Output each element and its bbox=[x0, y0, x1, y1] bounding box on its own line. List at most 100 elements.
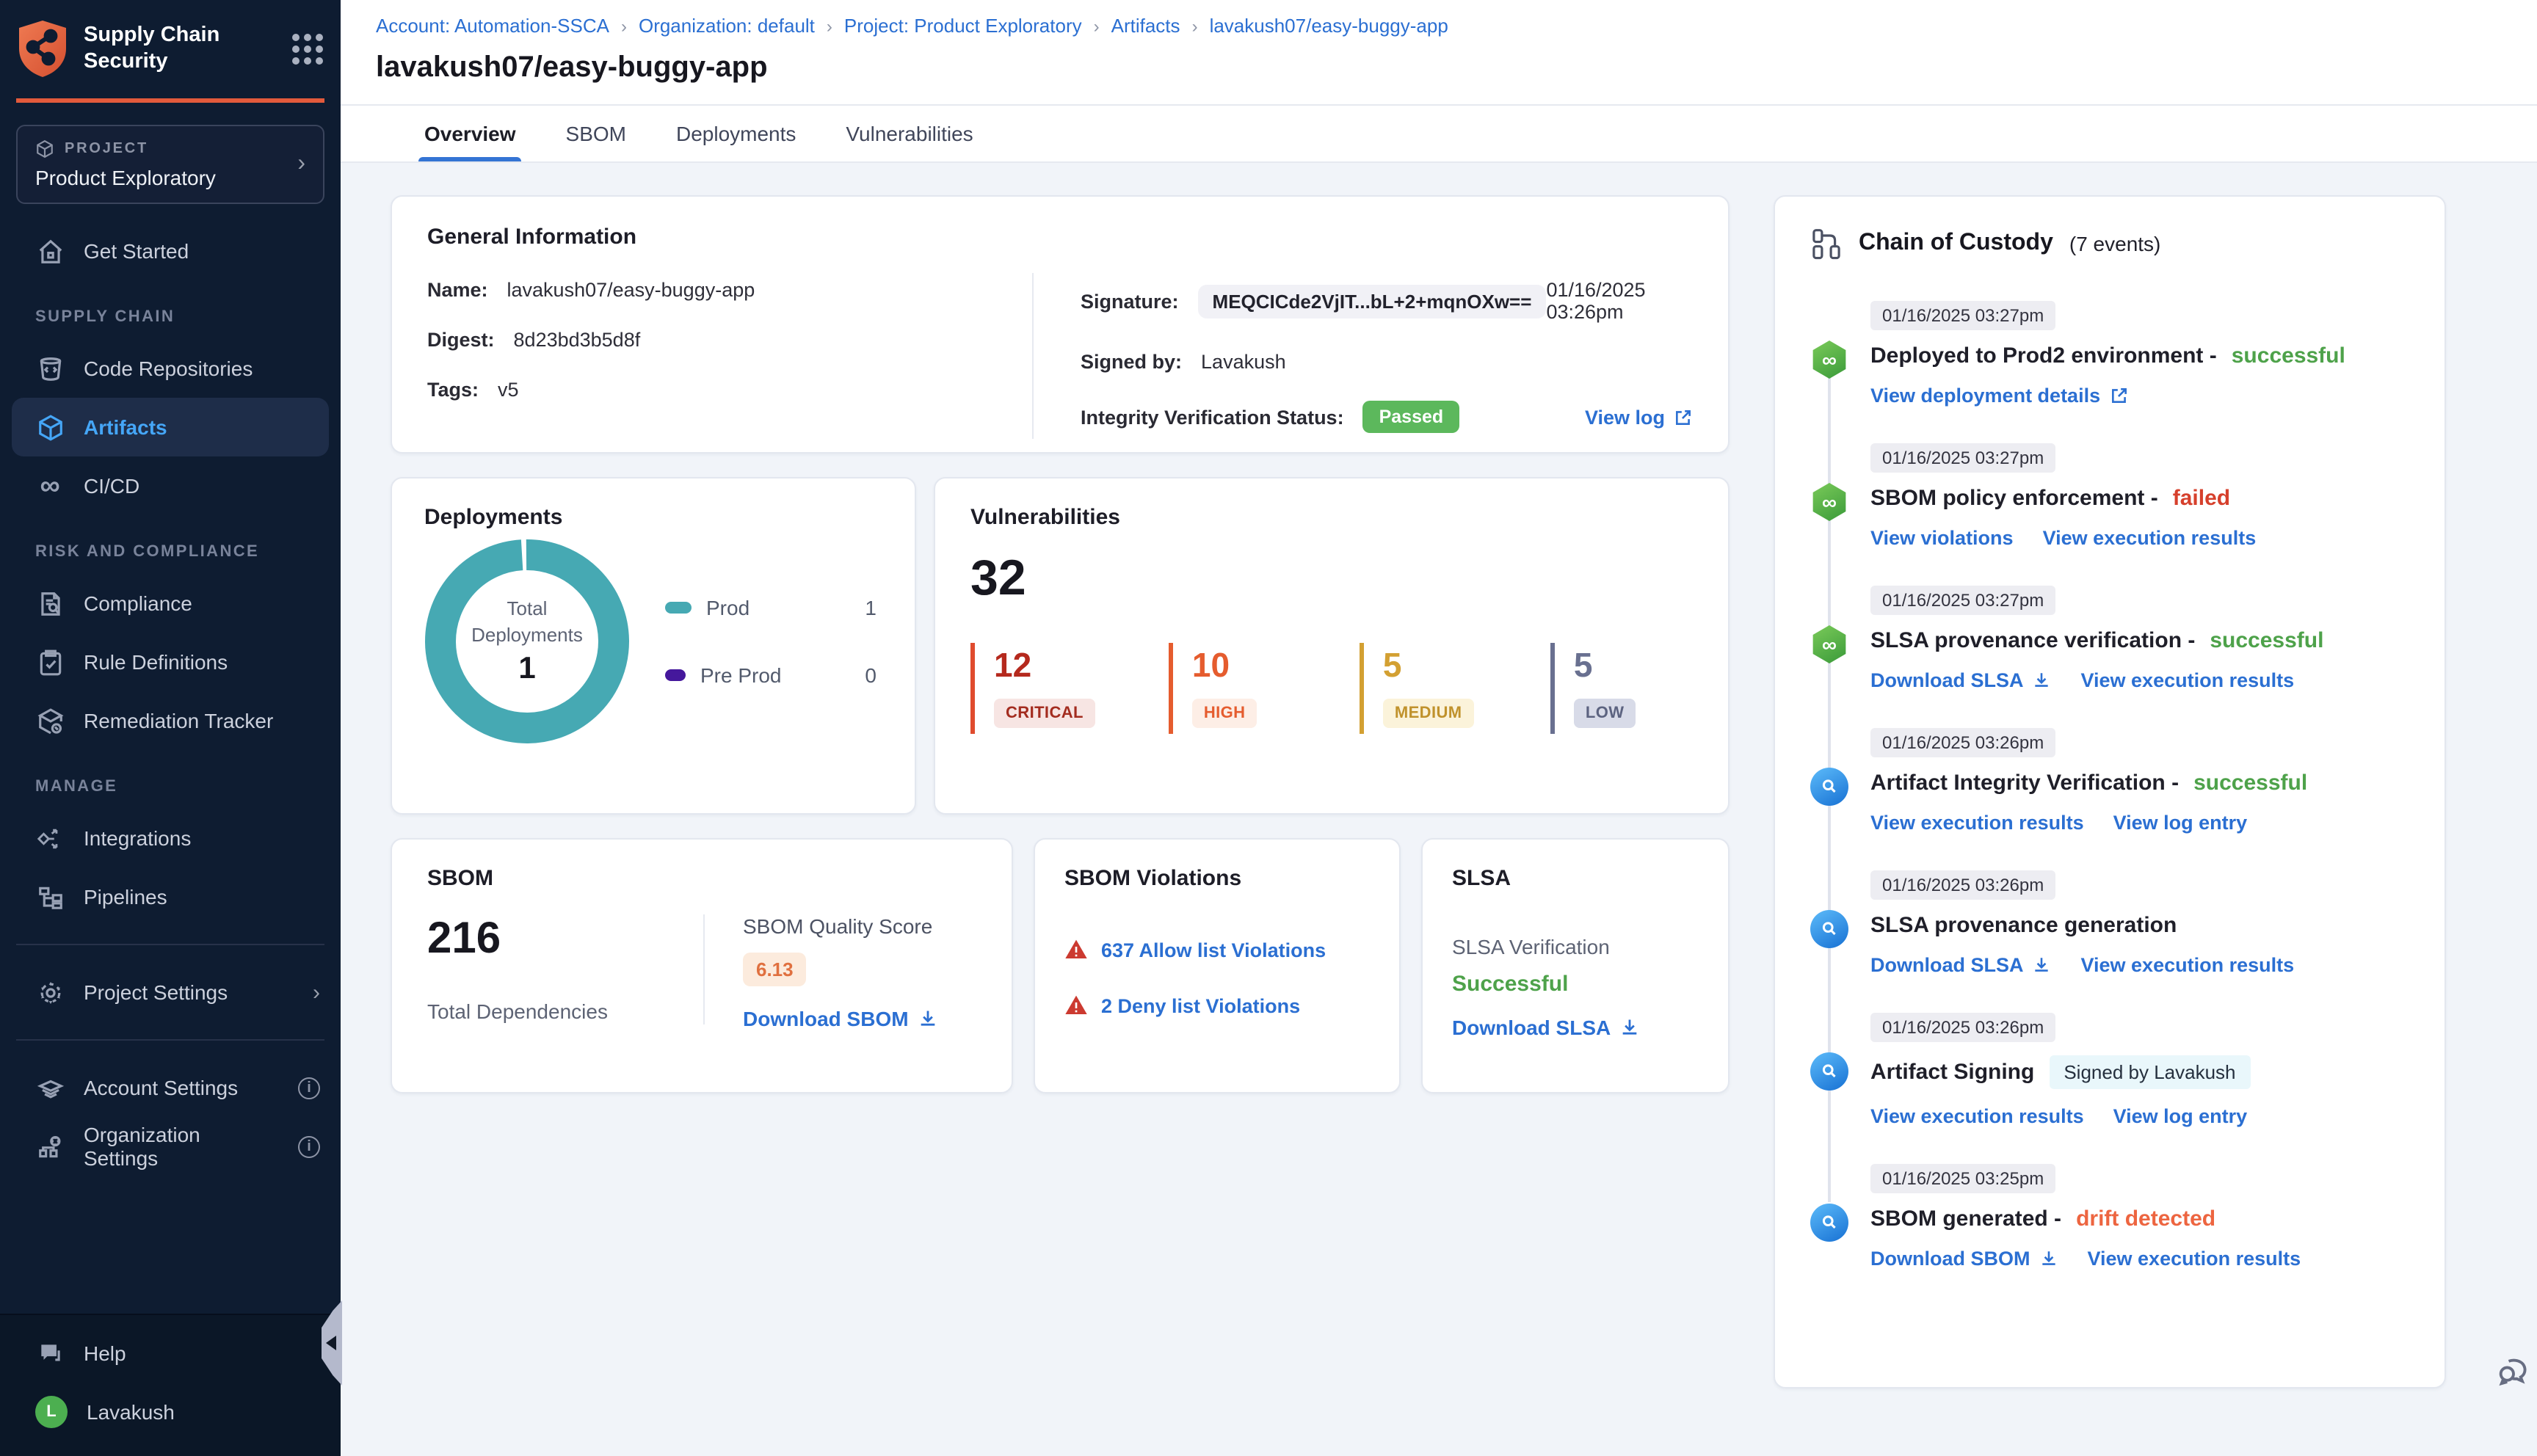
view-execution-results-link[interactable]: View execution results bbox=[2088, 1248, 2301, 1270]
brand: Supply Chain Security bbox=[0, 0, 341, 92]
custody-event-deploy: 01/16/2025 03:27pm Deployed to Prod2 env… bbox=[1810, 301, 2409, 443]
sidebar-item-integrations[interactable]: Integrations bbox=[0, 809, 341, 867]
breadcrumb-project[interactable]: Project: Product Exploratory bbox=[844, 15, 1082, 37]
view-execution-results-link[interactable]: View execution results bbox=[1870, 1105, 2084, 1127]
download-icon bbox=[1622, 1019, 1637, 1035]
view-log-link[interactable]: View log bbox=[1585, 406, 1693, 428]
breadcrumb: Account: Automation-SSCA › Organization:… bbox=[376, 15, 1448, 37]
download-icon bbox=[2035, 958, 2049, 972]
download-icon bbox=[921, 1011, 934, 1026]
sidebar-item-account-settings[interactable]: Account Settings i bbox=[0, 1058, 341, 1117]
tab-sbom[interactable]: SBOM bbox=[566, 106, 626, 161]
severity-low: 5 LOW bbox=[1550, 643, 1668, 734]
name-label: Name: bbox=[427, 279, 488, 301]
page-header: Account: Automation-SSCA › Organization:… bbox=[341, 0, 2537, 104]
pipeline-hexagon-icon bbox=[1812, 483, 1846, 521]
prod-swatch bbox=[665, 602, 692, 614]
breadcrumb-artifacts[interactable]: Artifacts bbox=[1111, 15, 1180, 37]
user-menu[interactable]: L Lavakush bbox=[0, 1383, 341, 1441]
pipelines-icon bbox=[35, 882, 65, 911]
sidebar-item-compliance[interactable]: Compliance bbox=[0, 574, 341, 633]
apps-grid-icon[interactable] bbox=[292, 33, 323, 64]
signed-by-badge: Signed by Lavakush bbox=[2049, 1055, 2251, 1089]
sidebar-item-project-settings[interactable]: Project Settings bbox=[0, 963, 341, 1022]
deployments-title: Deployments bbox=[424, 505, 563, 530]
view-log-entry-link[interactable]: View log entry bbox=[2113, 812, 2248, 834]
repository-icon bbox=[35, 354, 65, 383]
artifact-name: lavakush07/easy-buggy-app bbox=[507, 279, 755, 301]
sidebar-item-organization-settings[interactable]: Organization Settings i bbox=[0, 1117, 341, 1176]
deployments-donut-chart: Total Deployments 1 bbox=[424, 539, 630, 744]
digest-label: Digest: bbox=[427, 329, 495, 351]
custody-event-slsa-verification: 01/16/2025 03:27pm SLSA provenance verif… bbox=[1810, 586, 2409, 728]
custody-timeline: 01/16/2025 03:27pm Deployed to Prod2 env… bbox=[1810, 301, 2409, 1270]
download-slsa-link[interactable]: Download SLSA bbox=[1870, 669, 2052, 691]
slsa-verification-status: Successful bbox=[1452, 972, 1569, 997]
sidebar-item-get-started[interactable]: Get Started bbox=[0, 222, 341, 280]
main-area: Account: Automation-SSCA › Organization:… bbox=[341, 0, 2537, 1456]
download-slsa-link[interactable]: Download SLSA bbox=[1452, 1016, 1640, 1039]
severity-critical: 12 CRITICAL bbox=[970, 643, 1095, 734]
download-icon bbox=[2035, 673, 2049, 687]
compliance-doc-icon bbox=[35, 589, 65, 618]
info-icon[interactable]: i bbox=[298, 1077, 320, 1099]
view-log-entry-link[interactable]: View log entry bbox=[2113, 1105, 2248, 1127]
tab-deployments[interactable]: Deployments bbox=[676, 106, 796, 161]
general-information-title: General Information bbox=[427, 225, 637, 250]
breadcrumb-organization[interactable]: Organization: default bbox=[639, 15, 815, 37]
sbom-quality-score-label: SBOM Quality Score bbox=[743, 914, 933, 938]
breadcrumb-current[interactable]: lavakush07/easy-buggy-app bbox=[1210, 15, 1448, 37]
artifacts-box-icon bbox=[35, 412, 65, 442]
page-title: lavakush07/easy-buggy-app bbox=[376, 51, 768, 84]
tab-vulnerabilities[interactable]: Vulnerabilities bbox=[846, 106, 973, 161]
sidebar-item-pipelines[interactable]: Pipelines bbox=[0, 867, 341, 926]
chevron-right-icon bbox=[313, 980, 320, 1005]
sidebar-item-remediation-tracker[interactable]: Remediation Tracker bbox=[0, 691, 341, 750]
sidebar-nav: Get Started SUPPLY CHAIN Code Repositori… bbox=[0, 210, 341, 1314]
signed-by-value: Lavakush bbox=[1201, 351, 1286, 373]
section-risk-compliance: RISK AND COMPLIANCE bbox=[35, 543, 260, 561]
layers-gear-icon bbox=[35, 1073, 65, 1102]
artifact-tags: v5 bbox=[498, 379, 519, 401]
sidebar-item-cicd[interactable]: CI/CD bbox=[0, 456, 341, 515]
legend-pre-prod: Pre Prod 0 bbox=[665, 663, 876, 687]
project-selector[interactable]: PROJECT Product Exploratory bbox=[16, 125, 324, 204]
sbom-total-dependencies: 216 bbox=[427, 914, 501, 963]
download-slsa-link[interactable]: Download SLSA bbox=[1870, 954, 2052, 976]
external-link-icon bbox=[2111, 388, 2127, 403]
svg-text:?: ? bbox=[46, 1344, 52, 1356]
content: General Information Name: lavakush07/easy… bbox=[341, 163, 2537, 1456]
view-violations-link[interactable]: View violations bbox=[1870, 527, 2014, 549]
download-sbom-link[interactable]: Download SBOM bbox=[743, 1007, 938, 1030]
chat-bubbles-icon[interactable] bbox=[2494, 1353, 2533, 1399]
sidebar-item-code-repositories[interactable]: Code Repositories bbox=[0, 339, 341, 398]
sbom-total-label: Total Dependencies bbox=[427, 1000, 608, 1023]
sidebar-divider bbox=[16, 944, 324, 945]
sbom-violations-card: SBOM Violations 637 Allow list Violation… bbox=[1034, 838, 1401, 1093]
view-execution-results-link[interactable]: View execution results bbox=[2081, 669, 2295, 691]
sidebar-item-rule-definitions[interactable]: Rule Definitions bbox=[0, 633, 341, 691]
sidebar-divider bbox=[16, 1039, 324, 1041]
shield-logo-icon bbox=[19, 21, 66, 77]
tab-overview[interactable]: Overview bbox=[418, 106, 523, 161]
chain-events-count: (7 events) bbox=[2069, 232, 2161, 255]
deny-list-violations-link[interactable]: 2 Deny list Violations bbox=[1101, 994, 1300, 1016]
external-link-icon bbox=[1676, 410, 1691, 424]
pipeline-hexagon-icon bbox=[1812, 625, 1846, 663]
breadcrumb-account[interactable]: Account: Automation-SSCA bbox=[376, 15, 609, 37]
view-deployment-details-link[interactable]: View deployment details bbox=[1870, 385, 2128, 407]
allow-list-violations-link[interactable]: 637 Allow list Violations bbox=[1101, 939, 1326, 961]
app-title: Supply Chain Security bbox=[84, 23, 220, 73]
info-icon[interactable]: i bbox=[298, 1135, 320, 1157]
view-execution-results-link[interactable]: View execution results bbox=[1870, 812, 2084, 834]
sidebar-item-help[interactable]: ? Help bbox=[0, 1324, 341, 1383]
sidebar-item-artifacts[interactable]: Artifacts bbox=[12, 398, 329, 456]
user-name: Lavakush bbox=[87, 1400, 175, 1424]
section-manage: MANAGE bbox=[35, 778, 118, 796]
deployments-card: Deployments Total Deployments 1 Prod 1 P… bbox=[391, 477, 916, 815]
download-sbom-link[interactable]: Download SBOM bbox=[1870, 1248, 2058, 1270]
chain-of-custody-panel: Chain of Custody (7 events) 01/16/2025 0… bbox=[1774, 195, 2446, 1388]
view-execution-results-link[interactable]: View execution results bbox=[2081, 954, 2295, 976]
view-execution-results-link[interactable]: View execution results bbox=[2043, 527, 2257, 549]
org-settings-icon bbox=[35, 1132, 65, 1161]
